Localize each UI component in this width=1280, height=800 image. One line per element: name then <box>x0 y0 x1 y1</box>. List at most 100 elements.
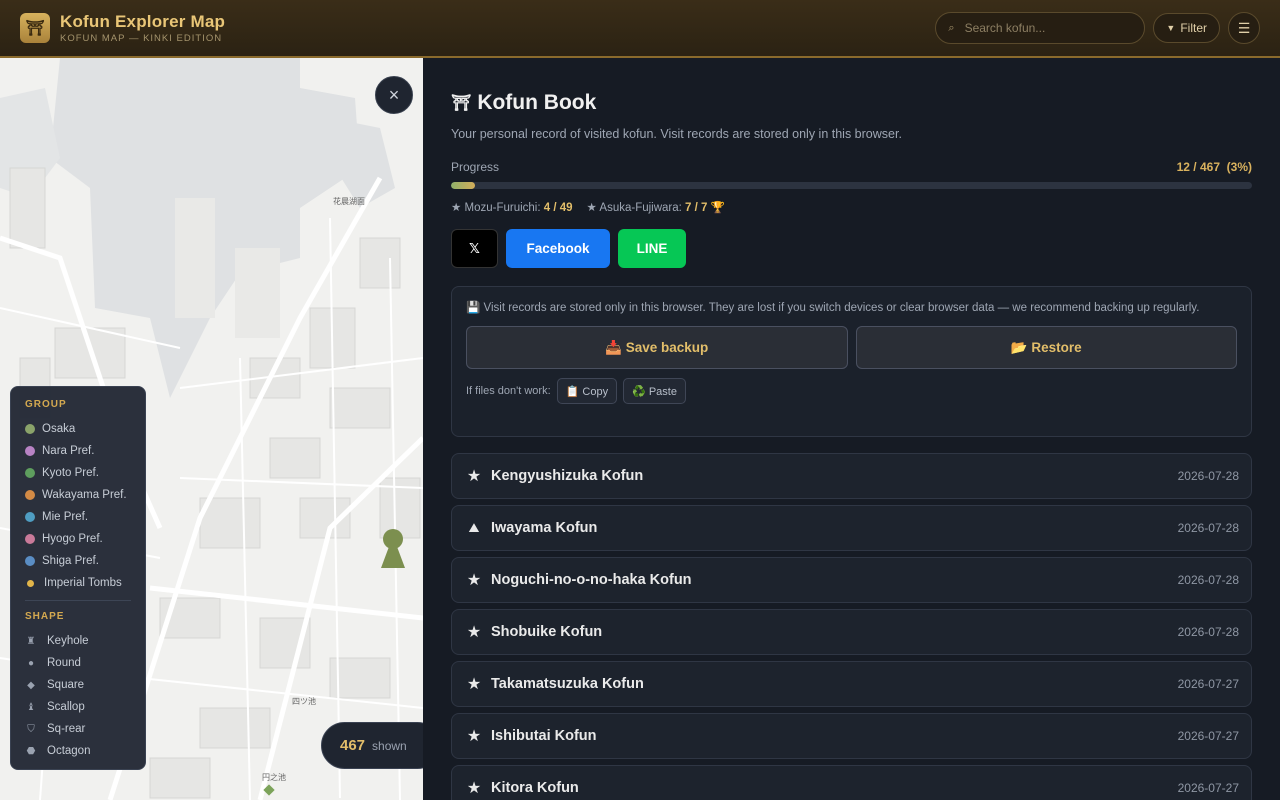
list-item[interactable]: ★ Kengyushizuka Kofun 2026-07-28 <box>451 453 1252 499</box>
legend-shape-item: ⛉ Sq-rear <box>25 718 131 740</box>
list-item[interactable]: ★ Kitora Kofun 2026-07-27 <box>451 765 1252 800</box>
color-dot-icon <box>25 468 35 478</box>
panel-title: ⛩ Kofun Book <box>451 91 1252 115</box>
kofun-name: Noguchi-no-o-no-haka Kofun <box>491 572 692 588</box>
progress-bar <box>451 182 1252 189</box>
share-facebook-button[interactable]: Facebook <box>506 229 610 268</box>
stat-asuka-fujiwara: ★ Asuka-Fujiwara: 7 / 7 🏆 <box>586 202 725 214</box>
legend-label: Hyogo Pref. <box>42 533 103 545</box>
header-actions: ⌕ ▼ Filter ☰ <box>935 12 1260 44</box>
restore-button[interactable]: 📂 Restore <box>855 326 1237 369</box>
visit-date: 2026-07-28 <box>1177 625 1239 639</box>
legend-group-item: Imperial Tombs <box>25 572 131 594</box>
filter-button[interactable]: ▼ Filter <box>1153 13 1220 43</box>
share-buttons: 𝕏 Facebook LINE <box>451 229 1252 268</box>
legend-label: Imperial Tombs <box>44 577 122 589</box>
app-header: ⛩ Kofun Explorer Map KOFUN MAP — KINKI E… <box>0 0 1280 58</box>
visit-date: 2026-07-28 <box>1177 573 1239 587</box>
legend-label: Sq-rear <box>47 723 86 735</box>
legend-label: Shiga Pref. <box>42 555 99 567</box>
sq-rear-icon: ⛉ <box>27 723 35 735</box>
list-item[interactable]: ⛰ Iwayama Kofun 2026-07-28 <box>451 505 1252 551</box>
keyhole-icon: ♜ <box>26 635 36 647</box>
panel-description: Your personal record of visited kofun. V… <box>451 127 902 141</box>
backup-box: 💾 Visit records are stored only in this … <box>451 286 1252 437</box>
map-place-label: 四ツ池 <box>292 697 316 706</box>
backup-buttons: 📥 Save backup 📂 Restore <box>466 326 1237 369</box>
color-dot-icon <box>27 579 34 587</box>
share-line-button[interactable]: LINE <box>618 229 686 268</box>
save-backup-button[interactable]: 📥 Save backup <box>466 326 848 369</box>
shown-count-pill: 467 shown <box>321 722 423 769</box>
legend-shape-item: ♜ Keyhole <box>25 630 131 652</box>
star-icon: ★ <box>466 728 482 745</box>
star-icon: ★ <box>466 572 482 589</box>
visited-list: ★ Kengyushizuka Kofun 2026-07-28 ⛰ Iwayama … <box>451 453 1252 800</box>
legend-group-item: Hyogo Pref. <box>25 528 131 550</box>
brand: Kofun Explorer Map KOFUN MAP — KINKI EDI… <box>60 12 225 44</box>
progress-label: Progress <box>451 160 500 174</box>
kofun-name: Kitora Kofun <box>491 780 579 796</box>
search-icon: ⌕ <box>948 21 955 34</box>
torii-icon: ⛩ <box>451 95 472 112</box>
x-logo-icon: 𝕏 <box>469 240 480 256</box>
app-title: Kofun Explorer Map <box>60 12 226 31</box>
legend-label: Octagon <box>47 745 91 757</box>
list-item[interactable]: ★ Noguchi-no-o-no-haka Kofun 2026-07-28 <box>451 557 1252 603</box>
legend-shape-item: ♝ Scallop <box>25 696 131 718</box>
map-view[interactable]: 花晨湖面 四ツ池 円之池 GROUP Osaka Nara Pref. Kyot… <box>0 58 423 800</box>
share-x-button[interactable]: 𝕏 <box>451 229 498 268</box>
app-subtitle: KOFUN MAP — KINKI EDITION <box>60 33 223 44</box>
kofun-name: Takamatsuzuka Kofun <box>491 676 644 692</box>
mountain-icon: ⛰ <box>468 520 480 535</box>
search-box[interactable]: ⌕ <box>935 12 1146 44</box>
round-icon: ● <box>27 657 35 669</box>
shown-label: shown <box>372 738 407 753</box>
star-icon: ★ <box>466 468 482 485</box>
funnel-icon: ▼ <box>1166 23 1176 33</box>
octagon-icon: ⬣ <box>26 745 36 757</box>
map-legend: GROUP Osaka Nara Pref. Kyoto Pref. Wakay… <box>10 386 146 770</box>
legend-group-item: Kyoto Pref. <box>25 462 131 484</box>
legend-group-item: Wakayama Pref. <box>25 484 131 506</box>
close-panel-button[interactable]: × <box>375 76 413 114</box>
map-place-label: 円之池 <box>262 773 286 782</box>
kofun-book-panel: ⛩ Kofun Book Your personal record of vis… <box>423 58 1280 800</box>
legend-label: Round <box>47 657 81 669</box>
kofun-name: Iwayama Kofun <box>491 520 598 536</box>
legend-label: Nara Pref. <box>42 445 95 457</box>
legend-shape-item: ◆ Square <box>25 674 131 696</box>
color-dot-icon <box>25 556 35 566</box>
color-dot-icon <box>25 446 35 456</box>
star-icon: ★ <box>466 676 482 693</box>
star-icon: ★ <box>466 780 482 797</box>
kofun-name: Ishibutai Kofun <box>491 728 597 744</box>
legend-group-heading: GROUP <box>25 399 67 410</box>
list-item[interactable]: ★ Ishibutai Kofun 2026-07-27 <box>451 713 1252 759</box>
scallop-icon: ♝ <box>26 701 36 713</box>
color-dot-icon <box>25 534 35 544</box>
kofun-name: Shobuike Kofun <box>491 624 603 640</box>
list-item[interactable]: ★ Shobuike Kofun 2026-07-28 <box>451 609 1252 655</box>
menu-button[interactable]: ☰ <box>1228 12 1260 44</box>
list-item[interactable]: ★ Takamatsuzuka Kofun 2026-07-27 <box>451 661 1252 707</box>
legend-label: Scallop <box>47 701 85 713</box>
paste-button[interactable]: ♻️ Paste <box>623 378 686 404</box>
legend-group-item: Mie Pref. <box>25 506 131 528</box>
color-dot-icon <box>25 424 35 434</box>
copy-button[interactable]: 📋 Copy <box>556 378 618 404</box>
legend-label: Mie Pref. <box>42 511 89 523</box>
legend-group-item: Nara Pref. <box>25 440 131 462</box>
legend-label: Keyhole <box>47 635 89 647</box>
visit-date: 2026-07-27 <box>1177 677 1239 691</box>
visit-date: 2026-07-28 <box>1177 521 1239 535</box>
search-input[interactable] <box>964 21 1125 35</box>
backup-alternatives: If files don't work: 📋 Copy ♻️ Paste <box>466 378 1237 404</box>
backup-note: 💾 Visit records are stored only in this … <box>466 302 1200 314</box>
visit-date: 2026-07-28 <box>1177 469 1239 483</box>
progress-bar-fill <box>451 182 476 189</box>
legend-group-item: Osaka <box>25 418 131 440</box>
legend-shape-item: ⬣ Octagon <box>25 740 131 762</box>
visit-date: 2026-07-27 <box>1177 781 1239 795</box>
square-icon: ◆ <box>27 679 35 691</box>
